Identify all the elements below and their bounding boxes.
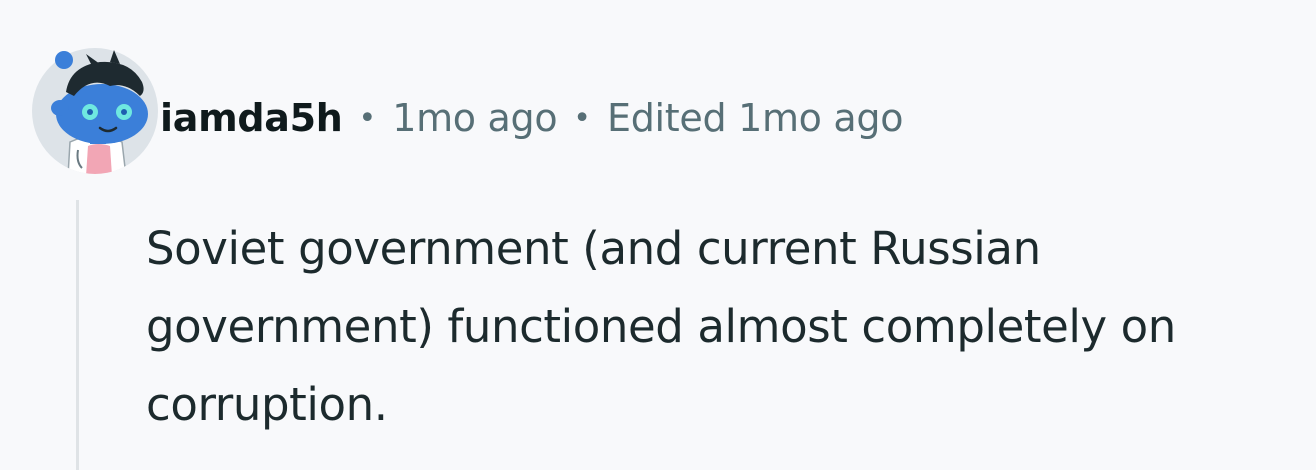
edited-timestamp[interactable]: Edited 1mo ago bbox=[607, 96, 903, 140]
meta-separator: • bbox=[573, 100, 591, 136]
comment: iamda5h • 1mo ago • Edited 1mo ago Sovie… bbox=[0, 0, 1316, 470]
meta-separator: • bbox=[358, 100, 377, 136]
comment-body: Soviet government (and current Russian g… bbox=[146, 222, 1176, 431]
posted-timestamp[interactable]: 1mo ago bbox=[392, 96, 557, 140]
user-avatar[interactable] bbox=[30, 46, 160, 176]
comment-meta: iamda5h • 1mo ago • Edited 1mo ago bbox=[160, 88, 903, 148]
thread-collapse-line[interactable] bbox=[76, 200, 79, 470]
snoo-avatar-icon bbox=[32, 48, 158, 174]
username-link[interactable]: iamda5h bbox=[160, 96, 343, 140]
